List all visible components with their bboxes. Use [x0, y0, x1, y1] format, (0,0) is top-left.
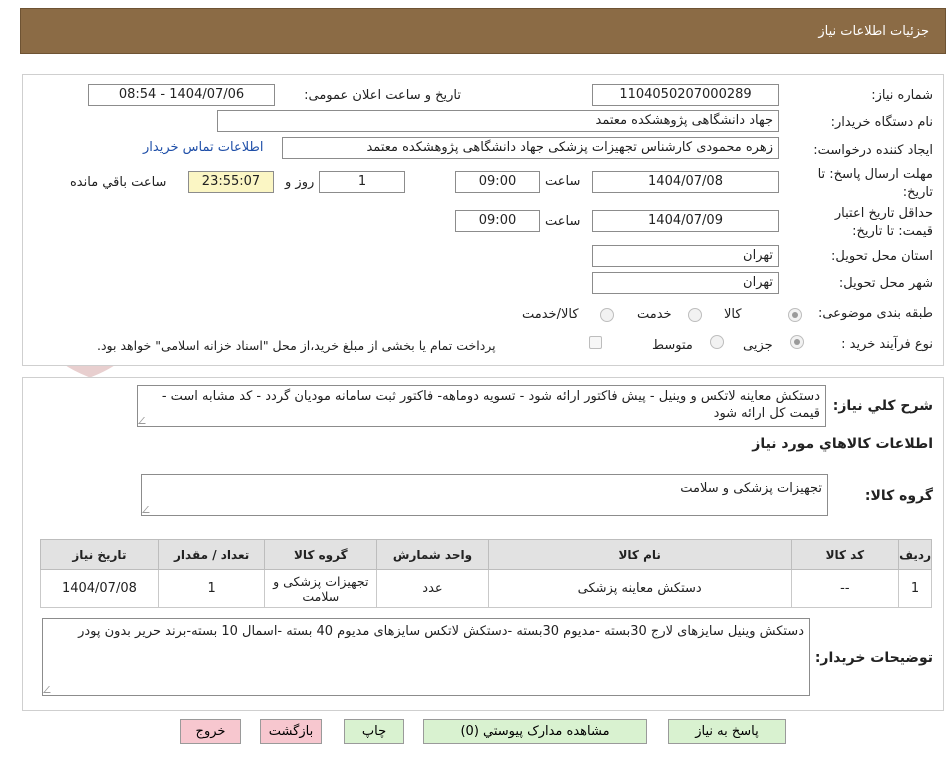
price-time-label: ساعت	[545, 214, 581, 229]
city-field: تهران	[592, 272, 779, 294]
summary-text: دستکش معاینه لاتکس و وینیل - پیش فاکتور …	[161, 389, 820, 421]
process-medium-label: متوسط	[652, 338, 693, 353]
buyer-notes-text: دستکش وینیل سایزهای لارج 30بسته -مدیوم 3…	[78, 624, 804, 639]
goods-group-textarea: تجهیزات پزشکی و سلامت	[141, 474, 828, 516]
cell-code: --	[790, 569, 900, 608]
resize-grip-icon[interactable]	[142, 506, 155, 513]
process-minor-label: جزیی	[743, 338, 773, 353]
need-number-label: شماره نیاز:	[871, 88, 933, 103]
goods-group-text: تجهیزات پزشکی و سلامت	[680, 481, 822, 496]
table-row: 1 -- دستکش معاینه پزشکی عدد تجهیزات پزشک…	[40, 569, 932, 608]
buyer-field: جهاد دانشگاهی پژوهشکده معتمد	[217, 110, 779, 132]
cell-row: 1	[898, 569, 932, 608]
creator-field: زهره محمودی کارشناس تجهیزات پزشکی جهاد د…	[282, 137, 779, 159]
price-validity-label: حداقل تاریخ اعتبار	[834, 206, 933, 221]
resize-grip-icon[interactable]	[43, 686, 56, 693]
cell-name: دستکش معاینه پزشکی	[487, 569, 792, 608]
page-title: جزئیات اطلاعات نیاز	[818, 24, 929, 39]
col-date: تاریخ نیاز	[40, 539, 159, 570]
exit-button[interactable]: خروج	[180, 719, 241, 744]
category-goods-label: کالا	[724, 307, 742, 322]
buyer-notes-textarea: دستکش وینیل سایزهای لارج 30بسته -مدیوم 3…	[42, 618, 810, 696]
time-remaining-label: ساعت باقي مانده	[70, 175, 167, 190]
goods-group-label: گروه کالا:	[864, 488, 933, 504]
category-service-radio[interactable]	[688, 308, 702, 322]
province-label: استان محل تحویل:	[831, 249, 933, 264]
price-validity-label-2: قیمت: تا تاریخ:	[852, 224, 933, 239]
goods-table: ردیف کد کالا نام کالا واحد شمارش گروه کا…	[40, 539, 932, 608]
city-label: شهر محل تحویل:	[838, 276, 933, 291]
reply-deadline-label-2: تاریخ:	[902, 185, 933, 200]
days-remaining-field: 1	[319, 171, 405, 193]
category-both-radio[interactable]	[600, 308, 614, 322]
treasury-note: پرداخت تمام یا بخشی از مبلغ خرید،از محل …	[97, 338, 496, 353]
category-service-label: خدمت	[637, 307, 672, 322]
col-group: گروه کالا	[264, 539, 378, 570]
announce-field: 1404/07/06 - 08:54	[88, 84, 275, 106]
category-goods-radio[interactable]	[788, 308, 802, 322]
reply-time-field: 09:00	[455, 171, 540, 193]
cell-unit: عدد	[376, 569, 489, 608]
process-medium-radio[interactable]	[710, 335, 724, 349]
summary-textarea: دستکش معاینه لاتکس و وینیل - پیش فاکتور …	[137, 385, 826, 427]
col-qty: تعداد / مقدار	[157, 539, 266, 570]
col-unit: واحد شمارش	[376, 539, 489, 570]
page-header: جزئیات اطلاعات نیاز	[20, 8, 946, 54]
reply-button[interactable]: پاسخ به نياز	[668, 719, 786, 744]
time-remaining-field: 23:55:07	[188, 171, 274, 193]
buyer-notes-label: توضیحات خریدار:	[814, 650, 933, 666]
reply-date-field: 1404/07/08	[592, 171, 779, 193]
days-label: روز و	[285, 175, 315, 190]
treasury-checkbox[interactable]	[589, 336, 602, 349]
process-minor-radio[interactable]	[790, 335, 804, 349]
summary-label: شرح کلي نياز:	[832, 398, 933, 414]
col-code: کد کالا	[790, 539, 900, 570]
price-date-field: 1404/07/09	[592, 210, 779, 232]
category-label: طبقه بندی موضوعی:	[817, 306, 933, 321]
announce-label: تاریخ و ساعت اعلان عمومی:	[304, 88, 461, 103]
price-time-field: 09:00	[455, 210, 540, 232]
category-both-label: کالا/خدمت	[522, 307, 579, 322]
buyer-label: نام دستگاه خریدار:	[830, 115, 933, 130]
reply-time-label: ساعت	[545, 174, 581, 189]
creator-label: ایجاد کننده درخواست:	[813, 143, 933, 158]
reply-deadline-label: مهلت ارسال پاسخ: تا	[817, 167, 933, 182]
view-attachments-button[interactable]: مشاهده مدارک پیوستي (0)	[423, 719, 647, 744]
col-name: نام کالا	[487, 539, 792, 570]
cell-qty: 1	[157, 569, 266, 608]
cell-date: 1404/07/08	[40, 569, 159, 608]
goods-section-title: اطلاعات کالاهاي مورد نياز	[752, 436, 933, 452]
table-header-row: ردیف کد کالا نام کالا واحد شمارش گروه کا…	[40, 539, 932, 570]
province-field: تهران	[592, 245, 779, 267]
col-row: ردیف	[898, 539, 932, 570]
resize-grip-icon[interactable]	[138, 417, 151, 424]
need-number-field: 1104050207000289	[592, 84, 779, 106]
print-button[interactable]: چاپ	[344, 719, 404, 744]
back-button[interactable]: بازگشت	[260, 719, 322, 744]
buyer-contact-link[interactable]: اطلاعات تماس خریدار	[143, 140, 263, 155]
process-label: نوع فرآیند خرید :	[841, 337, 933, 352]
cell-group: تجهیزات پزشکی و سلامت	[264, 569, 378, 608]
